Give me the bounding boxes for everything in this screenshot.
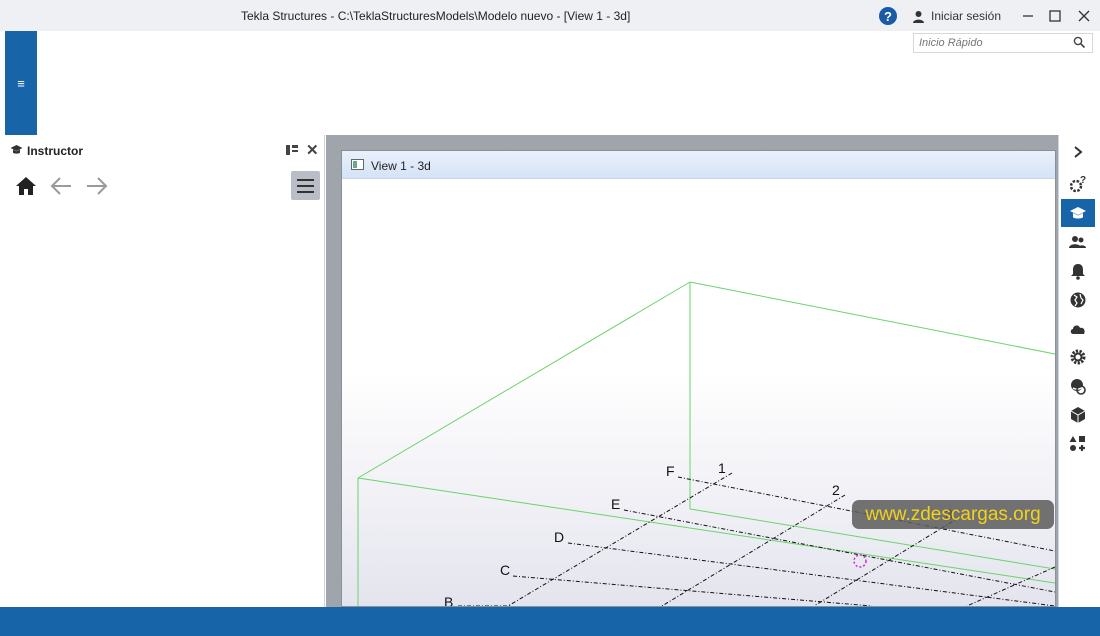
view-icon (351, 159, 364, 170)
users-button[interactable] (1061, 228, 1095, 256)
watermark: www.zdescargas.org (852, 500, 1054, 529)
model-canvas[interactable]: F E D C B 1 2 3 (342, 179, 1055, 606)
cloud-icon (1070, 325, 1085, 334)
back-arrow-icon[interactable] (49, 175, 73, 197)
chevron-right-icon (1074, 146, 1083, 158)
tekla-services-icon (1071, 379, 1086, 395)
view-window[interactable]: View 1 - 3d F E D C B 1 2 (341, 150, 1056, 607)
menu-icon-line (297, 184, 314, 187)
svg-text:?: ? (1080, 175, 1086, 186)
grid-label-2: 2 (832, 482, 840, 498)
user-icon (913, 10, 924, 23)
maximize-button[interactable] (1043, 4, 1067, 28)
panel-title: Instructor (27, 144, 84, 158)
side-pane-toolbar: ? (1058, 135, 1100, 607)
quick-launch[interactable] (913, 33, 1093, 53)
expand-side-pane-button[interactable] (1061, 138, 1095, 166)
hamburger-icon: ≡ (17, 75, 25, 91)
maximize-icon (1049, 10, 1061, 22)
home-icon[interactable] (15, 175, 37, 197)
notifications-icon (1071, 264, 1085, 280)
grid-label-1: 1 (718, 460, 726, 476)
minimize-icon (1023, 15, 1033, 17)
globe-icon (1070, 292, 1086, 308)
grid-label-b: B (444, 594, 453, 606)
quick-settings-button[interactable]: ? (1061, 170, 1095, 198)
apps-button[interactable] (1061, 430, 1095, 458)
tekla-services-button[interactable] (1061, 372, 1095, 400)
model-3d-drawing: F E D C B 1 2 3 (357, 281, 1055, 606)
origin-marker-icon (853, 554, 867, 568)
cloud-button[interactable] (1061, 315, 1095, 343)
apps-icon (1069, 436, 1085, 451)
forward-arrow-icon[interactable] (85, 175, 109, 197)
grid-lines (458, 472, 1055, 606)
globe-button[interactable] (1061, 286, 1095, 314)
quick-settings-icon: ? (1069, 175, 1086, 193)
signin-button[interactable]: Iniciar sesión (912, 4, 1012, 28)
graduation-cap-icon (10, 145, 23, 154)
grid-label-c: C (500, 562, 510, 578)
view-header[interactable]: View 1 - 3d (342, 151, 1055, 179)
menu-icon-line (297, 178, 314, 181)
quick-launch-input[interactable] (914, 34, 1064, 52)
file-menu-button[interactable]: ≡ (5, 31, 37, 135)
window-title: Tekla Structures - C:\TeklaStructuresMod… (241, 9, 631, 23)
grid-label-f: F (666, 463, 675, 479)
instructor-icon (1070, 207, 1086, 219)
close-icon (1078, 10, 1090, 22)
settings-button[interactable] (1061, 343, 1095, 371)
search-icon[interactable] (1073, 36, 1086, 49)
panel-close-icon[interactable]: ✕ (306, 141, 319, 159)
instructor-panel: Instructor ✕ (5, 135, 325, 607)
title-bar: Tekla Structures - C:\TeklaStructuresMod… (0, 0, 1100, 31)
panel-menu-button[interactable] (291, 171, 320, 200)
view-title: View 1 - 3d (371, 159, 431, 173)
cube-icon (1070, 407, 1086, 423)
question-circle-icon: ? (879, 7, 897, 25)
instructor-button[interactable] (1061, 199, 1095, 227)
work-area-box (357, 281, 1055, 606)
minimize-button[interactable] (1016, 4, 1040, 28)
signin-label: Iniciar sesión (931, 9, 1002, 23)
grid-label-e: E (611, 496, 620, 512)
notifications-button[interactable] (1061, 257, 1095, 285)
grid-label-d: D (554, 529, 564, 545)
help-button[interactable]: ? (877, 4, 899, 28)
dock-icon[interactable] (285, 143, 299, 157)
users-icon (1069, 236, 1086, 248)
menu-icon-line (297, 190, 314, 193)
settings-icon (1070, 349, 1086, 365)
catalog-button[interactable] (1061, 401, 1095, 429)
status-bar (0, 607, 1100, 636)
close-button[interactable] (1072, 4, 1096, 28)
